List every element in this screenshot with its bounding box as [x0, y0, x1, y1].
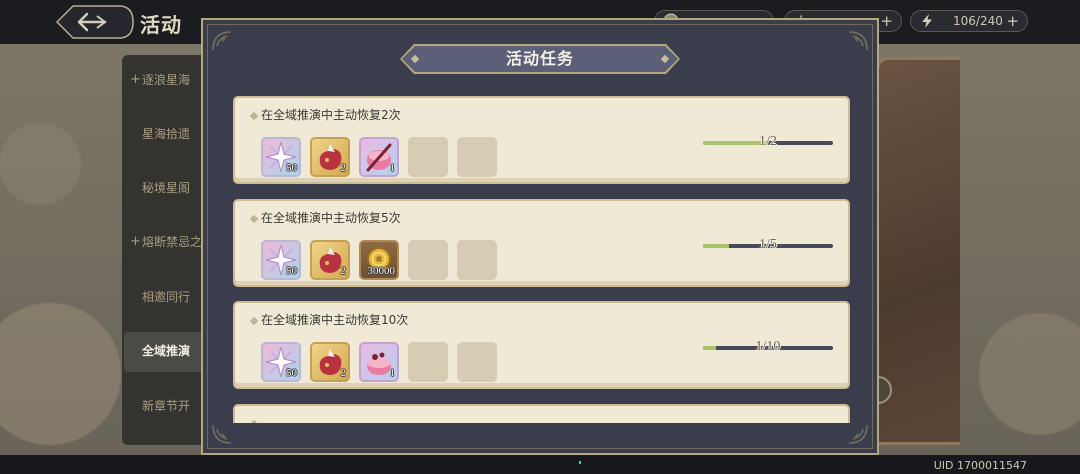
task-description: 在全域推演中主动恢复5次 — [261, 211, 401, 225]
activity-screen: 活动 + 106/240 + + 逐浪星海 星海拾遗 秘境星阁 + 熔断禁忌之 … — [0, 0, 1080, 474]
reward-slot[interactable]: 2 — [310, 137, 350, 177]
plus-icon[interactable]: + — [880, 12, 893, 30]
empty-reward-slot — [408, 342, 448, 382]
expand-icon: + — [130, 72, 141, 87]
sidebar-item-label: 新章节开 — [142, 399, 191, 413]
reward-count: 1 — [389, 367, 396, 379]
reward-slot[interactable]: 2 — [310, 342, 350, 382]
reward-slot[interactable]: 2 — [310, 240, 350, 280]
reward-count: 2 — [340, 162, 347, 174]
energy-counter[interactable]: 106/240 + — [910, 10, 1028, 32]
task-card: 在全域推演中主动恢复2次 50 2 1 1/2 — [233, 96, 850, 184]
reward-count: 30000 — [367, 265, 396, 277]
sidebar-item-label: 秘境星阁 — [142, 181, 191, 195]
sidebar-item-label: 熔断禁忌之 — [142, 235, 203, 249]
modal-title: 活动任务 — [505, 49, 574, 68]
empty-reward-slot — [457, 240, 497, 280]
energy-value: 106/240 — [953, 14, 1003, 28]
reward-slot[interactable]: 50 — [261, 240, 301, 280]
back-arrow-icon — [55, 5, 134, 39]
task-list[interactable]: 在全域推演中主动恢复2次 50 2 1 1/2 在全域推演中主动恢复5次 50 … — [233, 96, 850, 423]
task-card: 在全域推演中主动恢复10次 50 2 1 1/10 — [233, 301, 850, 389]
reward-slot[interactable]: 50 — [261, 342, 301, 382]
empty-reward-slot — [457, 137, 497, 177]
reward-count: 50 — [286, 367, 297, 379]
page-title: 活动 — [140, 13, 182, 37]
diamond-bullet-icon — [249, 111, 259, 121]
reward-count: 50 — [286, 162, 297, 174]
reward-slot[interactable]: 30000 — [359, 240, 399, 280]
sidebar-item-label: 逐浪星海 — [142, 73, 191, 87]
bottom-bar: UID 1700011547 — [0, 455, 1080, 474]
diamond-bullet-icon — [249, 419, 259, 423]
reward-count: 2 — [340, 367, 347, 379]
reward-slot[interactable]: 50 — [261, 137, 301, 177]
indicator-dot — [579, 461, 581, 464]
reward-slot[interactable]: 1 — [359, 137, 399, 177]
reward-slot[interactable]: 1 — [359, 342, 399, 382]
sidebar-item-label: 星海拾遗 — [142, 127, 191, 141]
task-card: 在全域推演中主动恢复5次 50 2 30000 1/5 — [233, 199, 850, 287]
progress-text: 1/5 — [759, 237, 777, 252]
task-card — [233, 404, 850, 423]
empty-reward-slot — [457, 342, 497, 382]
corner-ornament-icon — [212, 424, 232, 444]
diamond-bullet-icon — [249, 316, 259, 326]
empty-reward-slot — [408, 137, 448, 177]
progress-text: 1/10 — [755, 339, 781, 354]
lightning-icon — [922, 14, 932, 28]
diamond-bullet-icon — [249, 214, 259, 224]
reward-count: 2 — [340, 265, 347, 277]
task-modal: 活动任务 在全域推演中主动恢复2次 50 2 1 1/2 在全域推演中主动恢复5… — [201, 18, 879, 455]
empty-reward-slot — [408, 240, 448, 280]
sidebar-item-label: 相邀同行 — [142, 290, 191, 304]
back-button[interactable] — [55, 4, 135, 40]
corner-ornament-icon — [212, 31, 232, 51]
modal-title-banner: 活动任务 — [400, 44, 680, 74]
add-energy-button[interactable]: + — [1006, 12, 1019, 30]
sidebar-item-label: 全域推演 — [142, 344, 191, 358]
corner-ornament-icon — [848, 424, 868, 444]
task-description: 在全域推演中主动恢复10次 — [261, 313, 409, 327]
progress-text: 1/2 — [759, 134, 777, 149]
reward-count: 1 — [389, 162, 396, 174]
corner-ornament-icon — [848, 31, 868, 51]
uid-label: UID 1700011547 — [933, 459, 1027, 472]
task-description: 在全域推演中主动恢复2次 — [261, 108, 401, 122]
expand-icon: + — [130, 234, 141, 249]
reward-count: 50 — [286, 265, 297, 277]
